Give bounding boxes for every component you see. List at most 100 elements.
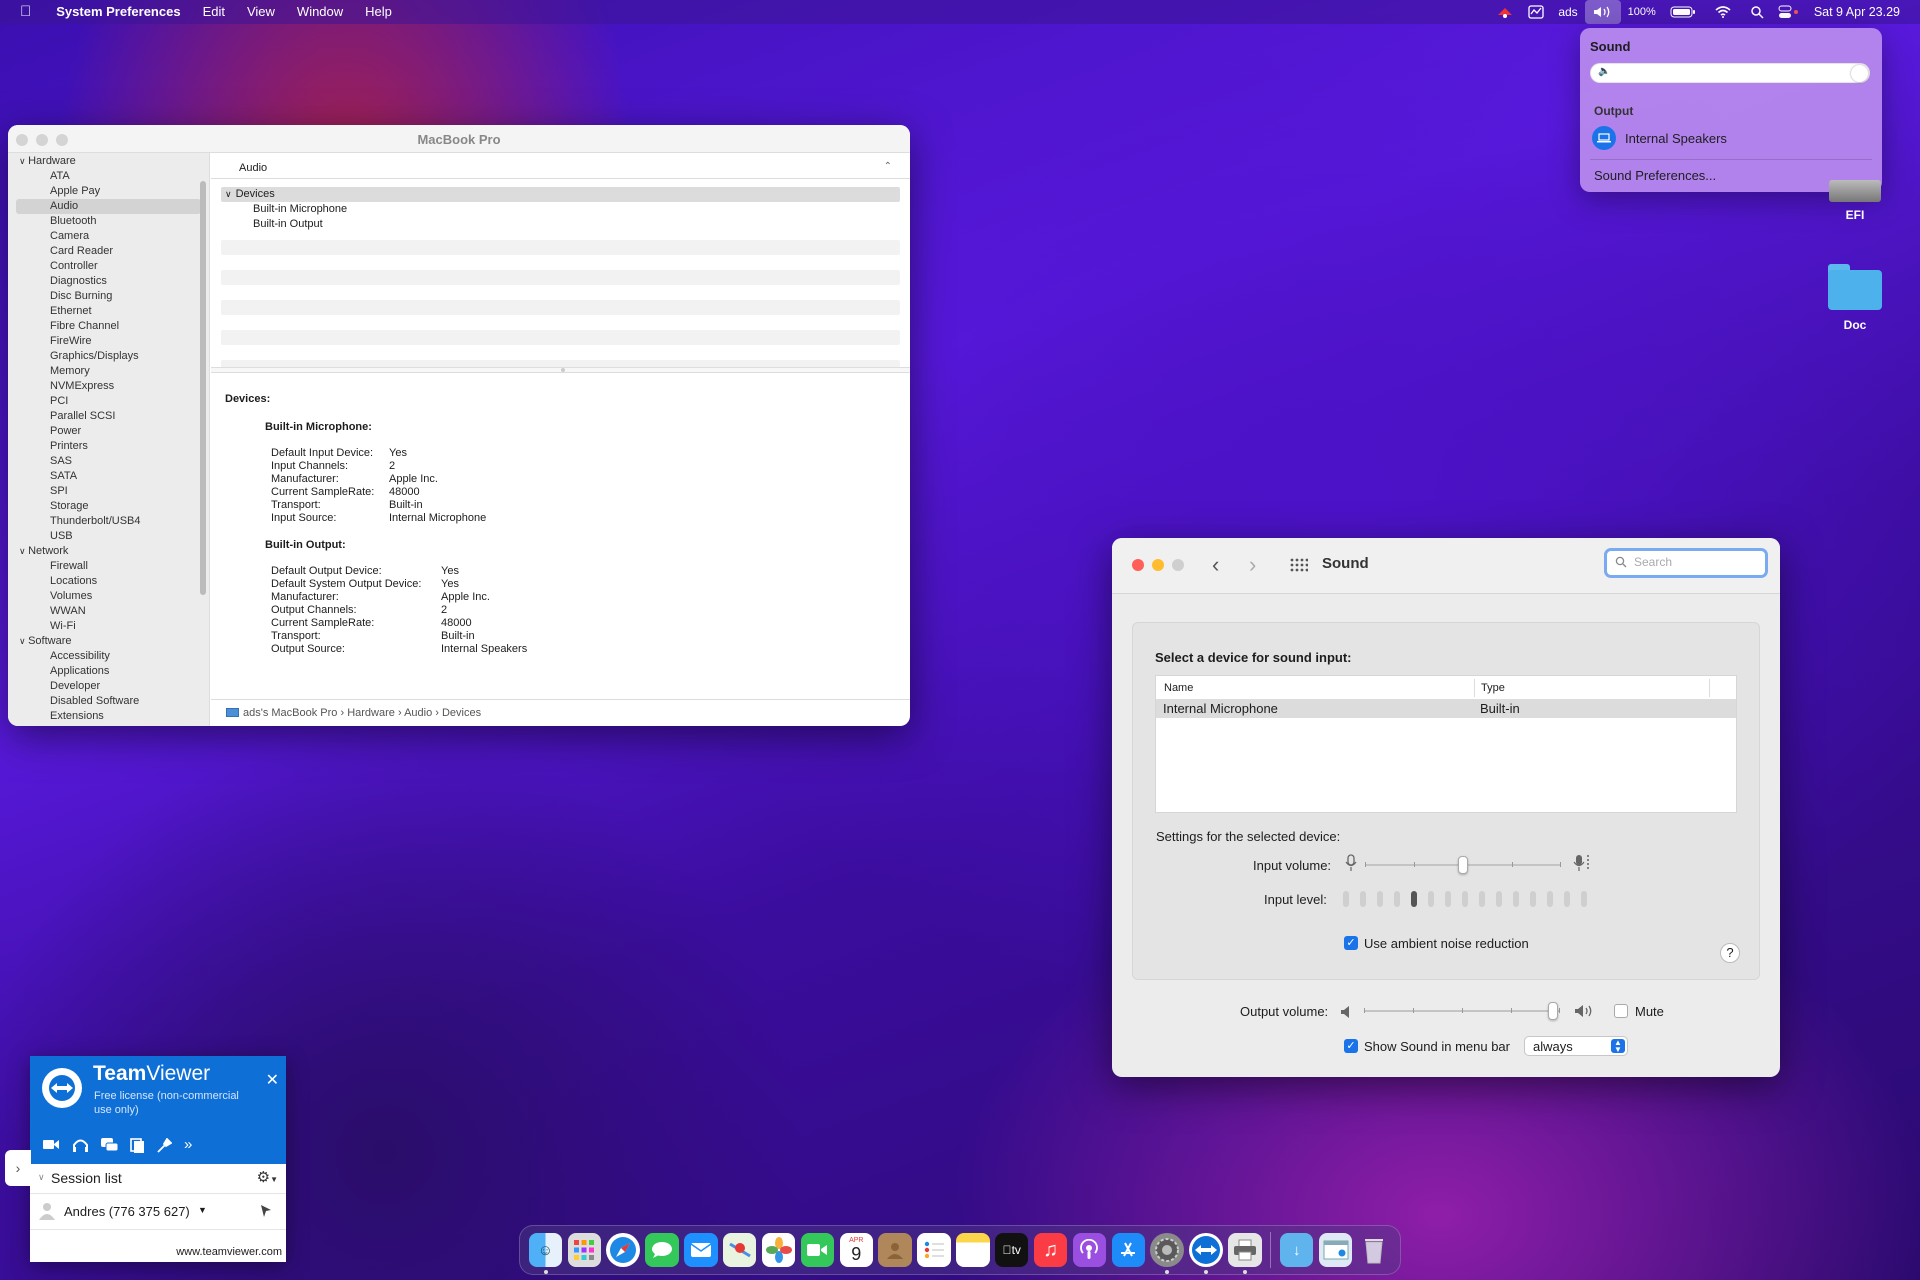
facetime-icon[interactable] [800, 1233, 835, 1267]
podcasts-icon[interactable] [1072, 1233, 1107, 1267]
noise-reduction-label[interactable]: Use ambient noise reduction [1364, 936, 1529, 951]
calendar-icon[interactable]: APR 9 [839, 1233, 874, 1267]
sidebar-item[interactable]: PCI [8, 394, 209, 409]
sidebar-item[interactable]: Locations [8, 574, 209, 589]
col-type-header[interactable]: Type [1481, 682, 1505, 694]
tools-icon[interactable] [157, 1137, 173, 1156]
input-volume-knob[interactable] [1458, 856, 1468, 874]
mute-checkbox[interactable] [1614, 1004, 1628, 1018]
sidebar-item[interactable]: Bluetooth [8, 214, 209, 229]
system-preferences-icon[interactable] [1150, 1233, 1184, 1274]
sidebar-item[interactable]: Power [8, 424, 209, 439]
show-sound-menubar-label[interactable]: Show Sound in menu bar [1364, 1039, 1510, 1054]
sidebar-item[interactable]: Memory [8, 364, 209, 379]
headset-icon[interactable] [72, 1138, 89, 1156]
help-button[interactable]: ? [1720, 943, 1740, 963]
menu-user[interactable]: ads [1551, 0, 1584, 24]
sidebar-item[interactable]: Volumes [8, 589, 209, 604]
finder-icon[interactable]: ☺ [528, 1233, 563, 1274]
popover-volume-slider[interactable]: 🔈 [1590, 63, 1870, 83]
sound-toolbar[interactable]: ‹ › Sound Search [1112, 538, 1780, 594]
sidebar-item[interactable]: Fibre Channel [8, 319, 209, 334]
sound-preferences-link[interactable]: Sound Preferences... [1594, 168, 1716, 183]
contacts-icon[interactable] [878, 1233, 912, 1267]
sidebar-item[interactable]: SATA [8, 469, 209, 484]
messages-icon[interactable] [645, 1233, 679, 1267]
show-option-select[interactable]: always ▲ ▼ [1524, 1036, 1628, 1056]
reminders-icon[interactable] [917, 1233, 951, 1267]
sidebar-group[interactable]: ∨ Network [8, 544, 209, 559]
chevron-down-icon[interactable]: ∨ [38, 1172, 45, 1183]
mail-icon[interactable] [684, 1233, 718, 1267]
sidebar-item[interactable]: Applications [8, 664, 209, 679]
tree-row-devices[interactable]: ∨ Devices [221, 187, 900, 202]
close-button[interactable] [1132, 559, 1144, 571]
sidebar-item[interactable]: Audio [16, 199, 201, 214]
notes-icon[interactable] [956, 1233, 990, 1267]
disclosure-chevron-icon[interactable]: ∨ [19, 546, 28, 556]
sidebar-item[interactable]: Apple Pay [8, 184, 209, 199]
noise-reduction-checkbox[interactable]: ✓ [1344, 936, 1358, 950]
sidebar-item[interactable]: Firewall [8, 559, 209, 574]
col-name-header[interactable]: Name [1164, 682, 1193, 694]
output-volume-slider[interactable] [1364, 1002, 1560, 1020]
minimize-button[interactable] [1152, 559, 1164, 571]
tree-row-output[interactable]: Built-in Output [221, 217, 900, 232]
app-store-icon[interactable] [1111, 1233, 1146, 1267]
cursor-icon[interactable] [260, 1204, 272, 1221]
sidebar-item[interactable]: SPI [8, 484, 209, 499]
split-divider[interactable] [211, 367, 910, 373]
show-sound-menubar-checkbox[interactable]: ✓ [1344, 1039, 1358, 1053]
apple-menu-icon[interactable]:  [0, 0, 45, 24]
photos-icon[interactable] [761, 1233, 796, 1267]
disclosure-chevron-icon[interactable]: ∨ [19, 156, 28, 166]
control-center-icon[interactable] [1771, 0, 1807, 24]
sidebar-group[interactable]: ∨ Hardware [8, 154, 209, 169]
desktop-icon-efi[interactable]: EFI [1820, 180, 1890, 222]
sidebar-item[interactable]: Ethernet [8, 304, 209, 319]
launchpad-icon[interactable] [567, 1233, 602, 1267]
sidebar-item[interactable]: Camera [8, 229, 209, 244]
menu-edit[interactable]: Edit [192, 0, 236, 24]
sidebar-item[interactable]: Printers [8, 439, 209, 454]
sidebar-item[interactable]: Controller [8, 259, 209, 274]
menu-view[interactable]: View [236, 0, 286, 24]
sidebar-item[interactable]: Diagnostics [8, 274, 209, 289]
sysinfo-titlebar[interactable]: MacBook Pro [8, 125, 910, 153]
menu-clock[interactable]: Sat 9 Apr 23.29 [1807, 0, 1920, 24]
safari-icon[interactable] [606, 1233, 640, 1267]
screenshot-stack-icon[interactable] [1318, 1233, 1353, 1267]
sidebar-item[interactable]: Disc Burning [8, 289, 209, 304]
sidebar-item[interactable]: Accessibility [8, 649, 209, 664]
status-app-icon[interactable] [1489, 0, 1521, 24]
breadcrumb-item[interactable]: Audio [404, 707, 432, 719]
sidebar-group[interactable]: ∨ Software [8, 634, 209, 649]
sidebar-item[interactable]: Parallel SCSI [8, 409, 209, 424]
gear-icon[interactable]: ⚙▼ [257, 1168, 278, 1186]
breadcrumb-item[interactable]: ads's MacBook Pro [243, 707, 337, 719]
sidebar-scrollbar[interactable] [200, 181, 206, 595]
printer-icon[interactable] [1228, 1233, 1262, 1274]
disclosure-chevron-icon[interactable]: ∨ [19, 636, 28, 646]
sidebar-item[interactable]: USB [8, 529, 209, 544]
session-row[interactable]: Andres (776 375 627) ▼ [30, 1194, 286, 1230]
sidebar-item[interactable]: NVMExpress [8, 379, 209, 394]
video-icon[interactable] [43, 1138, 60, 1156]
input-volume-slider[interactable] [1365, 856, 1561, 874]
teamviewer-url[interactable]: www.teamviewer.com [176, 1246, 282, 1258]
breadcrumb-item[interactable]: Hardware [347, 707, 395, 719]
section-header[interactable]: Audio ⌃ [211, 153, 910, 179]
wifi-icon[interactable] [1703, 0, 1743, 24]
back-chevron-icon[interactable]: ‹ [1212, 552, 1219, 578]
output-volume-knob[interactable] [1548, 1002, 1558, 1020]
collapse-chevron-icon[interactable]: ⌃ [884, 161, 892, 172]
maps-icon[interactable] [722, 1233, 757, 1267]
more-icon[interactable]: » [184, 1137, 192, 1156]
sidebar-item[interactable]: Graphics/Displays [8, 349, 209, 364]
trash-icon[interactable] [1358, 1233, 1391, 1267]
breadcrumb-item[interactable]: Devices [442, 707, 481, 719]
menu-help[interactable]: Help [354, 0, 403, 24]
forward-chevron-icon[interactable]: › [1249, 552, 1256, 578]
sound-menu-icon[interactable] [1584, 0, 1621, 24]
sidebar-item[interactable]: Storage [8, 499, 209, 514]
